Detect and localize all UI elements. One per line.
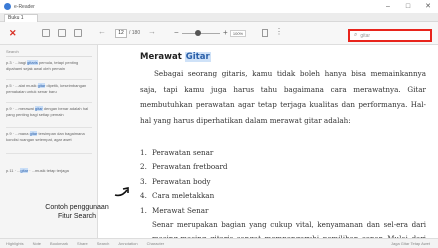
more-icon[interactable]: ⋮: [275, 27, 283, 37]
zoom-slider-handle[interactable]: [195, 30, 201, 36]
bookmark-button[interactable]: Bookmark: [50, 241, 68, 246]
zoom-level-select[interactable]: 100%: [230, 30, 246, 37]
list-item: 4. Cara meletakkan: [140, 191, 215, 201]
search-result-item[interactable]: p.11 · ...gitar · ...musik tetap terjaga: [6, 168, 92, 174]
black-arrow-annotation: [114, 187, 129, 197]
search-button[interactable]: Search: [97, 241, 110, 246]
next-page-icon[interactable]: →: [148, 27, 156, 37]
section-heading: 1. Merawat Senar: [140, 205, 209, 215]
search-input[interactable]: ⌕ gitar: [348, 29, 432, 42]
fit-page-icon[interactable]: [262, 29, 268, 37]
page-total: / 180: [129, 30, 141, 36]
page-title: Merawat Gitar: [140, 52, 211, 62]
divider: [6, 127, 92, 128]
highlights-button[interactable]: Highlights: [6, 241, 24, 246]
tab-bar: Buku 1: [0, 13, 438, 22]
list-item: 3. Perawatan body: [140, 176, 211, 186]
divider: [6, 153, 92, 154]
search-result-item[interactable]: p.9 · ...merawat gitar dengan benar adal…: [6, 106, 92, 117]
list-item: 2. Perawatan fretboard: [140, 162, 228, 172]
search-result-item[interactable]: p.5 · ...alat musik gitar dipetik, kesei…: [6, 83, 92, 94]
search-input-value: gitar: [360, 32, 371, 39]
sidebar-search-label: Search: [6, 48, 92, 57]
search-match-highlight: Gitar: [184, 52, 211, 62]
annotation-button[interactable]: Annotation: [118, 241, 137, 246]
note-button[interactable]: Note: [33, 241, 41, 246]
intro-paragraph: Sebagai seorang gitaris, kamu tidak bole…: [140, 69, 426, 125]
thumbnail-icon[interactable]: [74, 29, 82, 37]
minimize-button[interactable]: –: [384, 2, 392, 11]
zoom-slider[interactable]: [182, 33, 220, 34]
senar-paragraph: Senar merupakan bagian yang cukup vital,…: [152, 220, 426, 238]
search-result-item[interactable]: p.3 · ...bagi gitaris pemula, tetapi pen…: [6, 60, 92, 71]
search-result-item[interactable]: p.9 · ...mana gitar tersimpan dan bagaim…: [6, 131, 92, 142]
page-number-input[interactable]: 12: [115, 29, 127, 38]
share-button[interactable]: Share: [77, 241, 88, 246]
app-logo-icon: [4, 3, 11, 10]
divider: [6, 79, 92, 80]
chapter-label: Jaga Gitar Tetap Awet: [391, 241, 430, 246]
tab-book[interactable]: Buku 1: [4, 14, 38, 22]
prev-page-icon[interactable]: ←: [98, 27, 106, 37]
search-icon: ⌕: [354, 32, 358, 38]
reading-pane: Merawat Gitar Sebagai seorang gitaris, k…: [132, 46, 438, 238]
care-list: 1. Perawatan senar 2. Perawatan fretboard …: [140, 146, 426, 218]
annotation-caption: Contoh penggunaan Fitur Search: [45, 204, 109, 220]
zoom-in-icon[interactable]: +: [223, 28, 228, 38]
list-item: 1. Perawatan senar: [140, 148, 214, 157]
bottom-toolbar: Highlights Note Bookmark Share Search An…: [0, 238, 438, 248]
window-controls: – □ ✕: [384, 2, 432, 11]
close-book-icon[interactable]: ✕: [9, 28, 17, 38]
toc-icon[interactable]: [58, 29, 66, 37]
close-window-button[interactable]: ✕: [424, 2, 432, 11]
zoom-out-icon[interactable]: −: [174, 28, 179, 38]
maximize-button[interactable]: □: [404, 2, 412, 11]
title-bar: e-Reader – □ ✕: [0, 0, 438, 13]
character-button[interactable]: Character: [147, 241, 165, 246]
bookmark-icon[interactable]: [42, 29, 50, 37]
divider: [6, 102, 92, 103]
window-title: e-Reader: [14, 3, 35, 10]
